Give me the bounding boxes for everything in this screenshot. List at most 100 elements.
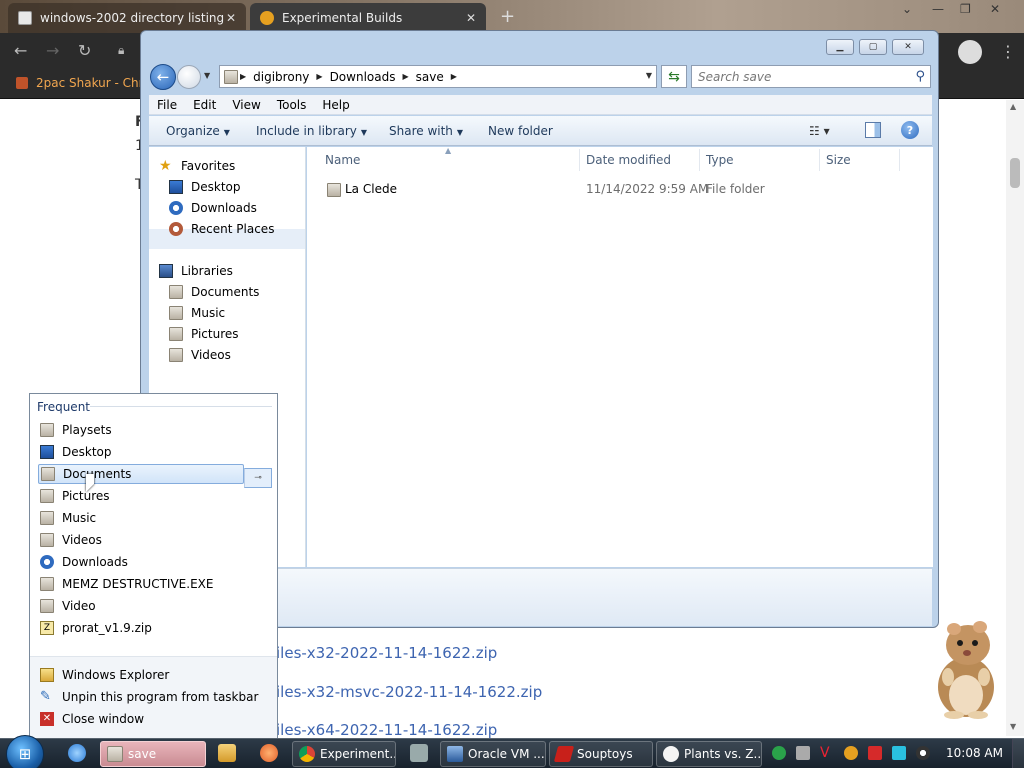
task-unpin[interactable]: ✎ Unpin this program from taskbar [38,687,270,707]
pin-icon[interactable]: ⊸ [244,468,272,488]
history-dropdown-icon[interactable]: ▼ [204,71,210,80]
menu-kebab-icon[interactable]: ⋮ [1000,42,1016,61]
chevron-right-icon[interactable]: ▶ [240,72,246,81]
jump-item-pictures[interactable]: Pictures [38,486,270,506]
menu-file[interactable]: File [149,98,185,112]
browser-tab-experimental-builds[interactable]: Experimental Builds ✕ [250,3,486,33]
tray-app-icon[interactable] [796,746,810,760]
show-desktop-button[interactable] [1012,739,1024,768]
back-arrow-icon[interactable]: ← [14,41,27,60]
back-button[interactable]: ← [150,64,176,90]
close-button[interactable]: ✕ [892,39,924,55]
jump-item-downloads[interactable]: Downloads [38,552,270,572]
nav-recent-places[interactable]: Recent Places [169,219,274,239]
taskbar-button-chrome[interactable]: Experiment... [292,741,396,767]
nav-downloads[interactable]: Downloads [169,198,257,218]
search-tray-icon[interactable] [844,746,858,760]
refresh-button[interactable]: ⇆ [661,65,687,88]
address-bar[interactable]: ▶ digibrony ▶ Downloads ▶ save ▶ ▼ [219,65,657,88]
menu-help[interactable]: Help [314,98,357,112]
nav-libraries[interactable]: Libraries [159,261,233,281]
nav-pictures[interactable]: Pictures [169,324,239,344]
column-name[interactable]: Name [325,153,360,167]
breadcrumb-digibrony[interactable]: digibrony [253,70,309,84]
volume-icon[interactable] [916,746,930,760]
nav-videos[interactable]: Videos [169,345,231,365]
column-date-modified[interactable]: Date modified [586,153,671,167]
jump-item-documents[interactable]: Documents [38,464,244,484]
internet-explorer-icon[interactable] [68,744,86,762]
organize-button[interactable]: Organize ▼ [166,124,230,138]
taskbar-button-souptoys[interactable]: Souptoys [549,741,653,767]
display-icon[interactable] [892,746,906,760]
jump-item-videos[interactable]: Videos [38,530,270,550]
address-dropdown-icon[interactable]: ▼ [646,71,652,80]
search-icon[interactable]: ⚲ [915,69,925,84]
jump-item-desktop[interactable]: Desktop [38,442,270,462]
network-icon[interactable] [772,746,786,760]
page-scrollbar[interactable]: ▲ ▼ [1006,100,1024,736]
nav-desktop[interactable]: Desktop [169,177,241,197]
paint-icon[interactable] [260,744,278,762]
breadcrumb-downloads[interactable]: Downloads [330,70,396,84]
media-player-icon[interactable] [218,744,236,762]
minimize-button[interactable]: ▁ [826,39,854,55]
menu-tools[interactable]: Tools [269,98,315,112]
flag-icon[interactable] [868,746,882,760]
preview-pane-icon[interactable] [865,122,881,138]
menu-view[interactable]: View [224,98,268,112]
column-divider[interactable] [579,149,580,171]
breadcrumb-save[interactable]: save [416,70,444,84]
hamster-desktop-pet[interactable] [920,615,1008,720]
taskbar-button-oracle-vm[interactable]: Oracle VM ... [440,741,546,767]
reload-icon[interactable]: ↻ [78,41,91,60]
chevron-down-icon[interactable]: ⌄ [902,2,912,16]
forward-arrow-icon[interactable]: → [46,41,59,60]
close-tab-icon[interactable]: ✕ [466,11,476,25]
jump-item-music[interactable]: Music [38,508,270,528]
chevron-right-icon[interactable]: ▶ [316,72,322,81]
change-view-icon[interactable]: ☷ ▾ [809,124,830,138]
chevron-right-icon[interactable]: ▶ [451,72,457,81]
scroll-down-icon[interactable]: ▼ [1010,722,1016,731]
bookmark-item[interactable]: 2pac Shakur - Chro [16,76,151,90]
task-close-window[interactable]: ✕ Close window [38,709,270,729]
antivirus-icon[interactable]: V [820,746,834,760]
chevron-right-icon[interactable]: ▶ [402,72,408,81]
forward-button[interactable] [177,65,201,89]
download-link[interactable]: iles-x64-2022-11-14-1622.zip [276,721,497,739]
nav-favorites[interactable]: ★ Favorites [159,156,235,176]
column-size[interactable]: Size [826,153,851,167]
taskbar-button-save[interactable]: save [100,741,206,767]
browser-tab-directory-listing[interactable]: windows-2002 directory listing ✕ [8,3,246,33]
profile-avatar-icon[interactable] [958,40,982,64]
download-link[interactable]: iles-x32-msvc-2022-11-14-1622.zip [276,683,542,701]
scroll-up-icon[interactable]: ▲ [1010,102,1016,111]
minimize-icon[interactable]: — [932,2,944,16]
new-tab-button[interactable]: + [500,6,515,27]
start-button[interactable]: ⊞ [6,735,44,768]
menu-edit[interactable]: Edit [185,98,224,112]
maximize-button[interactable]: ▢ [859,39,887,55]
close-tab-icon[interactable]: ✕ [226,11,236,25]
column-divider[interactable] [819,149,820,171]
file-row[interactable]: La Clede 11/14/2022 9:59 AM File folder [307,179,933,201]
task-windows-explorer[interactable]: Windows Explorer [38,665,270,685]
nav-documents[interactable]: Documents [169,282,259,302]
search-input[interactable]: Search save ⚲ [691,65,931,88]
jump-item-memz[interactable]: MEMZ DESTRUCTIVE.EXE [38,574,270,594]
system-clock[interactable]: 10:08 AM [946,746,1003,760]
include-in-library-button[interactable]: Include in library ▼ [256,124,367,138]
jump-item-playsets[interactable]: Playsets [38,420,270,440]
share-with-button[interactable]: Share with ▼ [389,124,463,138]
column-divider[interactable] [699,149,700,171]
jump-item-prorat[interactable]: Zprorat_v1.9.zip [38,618,270,638]
scrollbar-thumb[interactable] [1010,158,1020,188]
jump-item-video[interactable]: Video [38,596,270,616]
nav-music[interactable]: Music [169,303,225,323]
download-link[interactable]: iles-x32-2022-11-14-1622.zip [276,644,497,662]
column-type[interactable]: Type [706,153,734,167]
column-divider[interactable] [899,149,900,171]
calculator-icon[interactable] [410,744,428,762]
close-icon[interactable]: ✕ [990,2,1000,16]
